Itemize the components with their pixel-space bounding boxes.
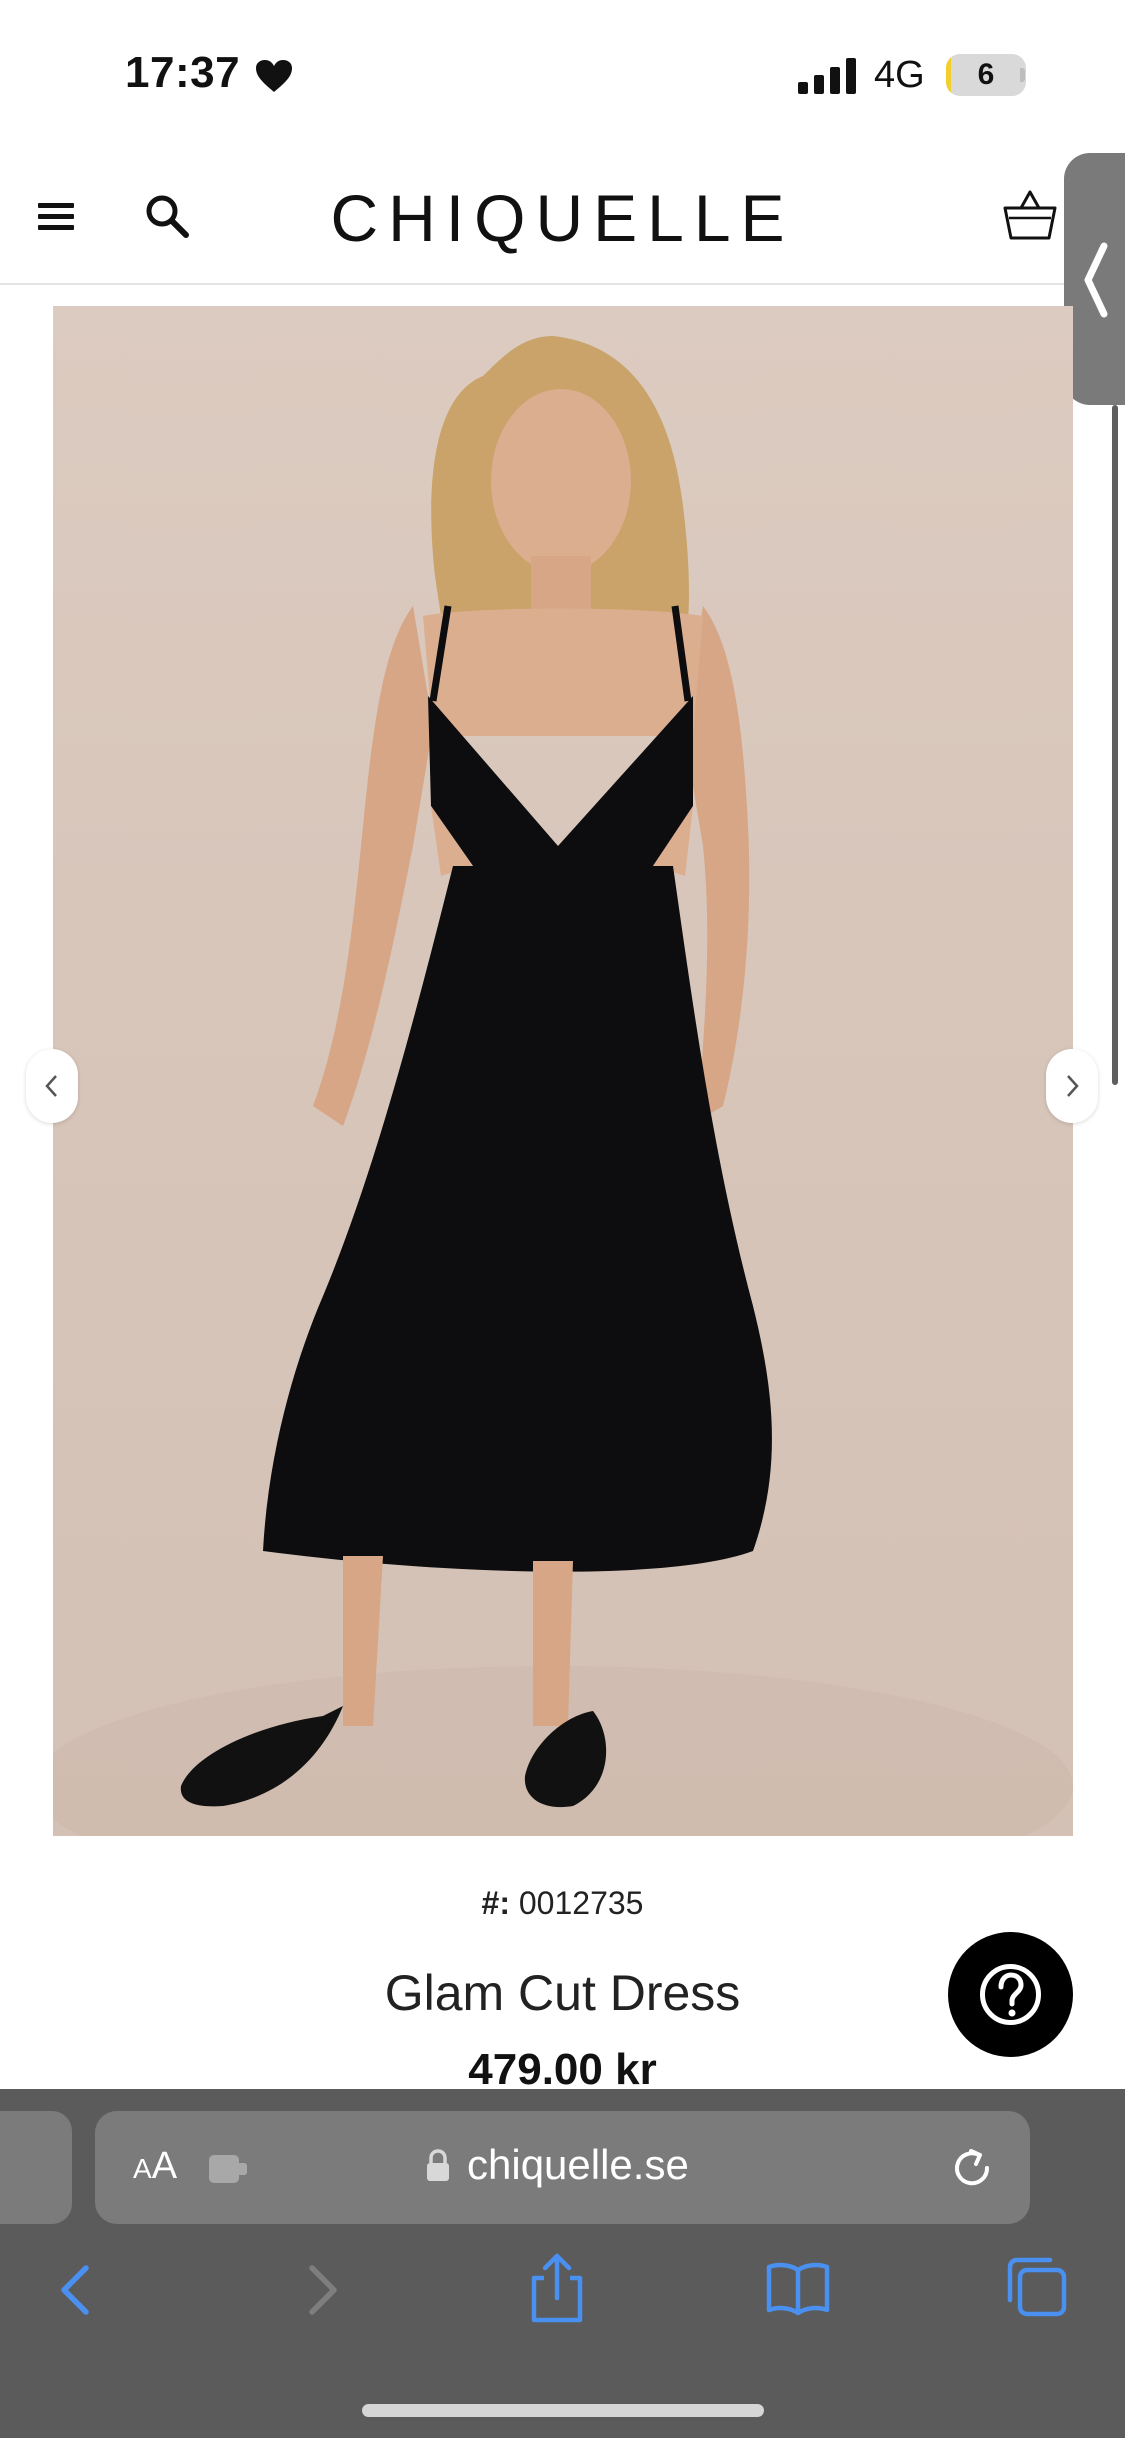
- battery-tip: [1020, 68, 1025, 82]
- chevron-left-icon: [45, 1075, 57, 1097]
- share-icon[interactable]: [526, 2252, 588, 2324]
- product-price: 479.00 kr: [468, 2045, 657, 2094]
- text-size-button[interactable]: AA: [133, 2145, 177, 2188]
- back-icon[interactable]: [54, 2262, 98, 2318]
- tabs-icon[interactable]: [1006, 2256, 1068, 2318]
- lock-icon: [427, 2149, 449, 2181]
- hamburger-menu-icon[interactable]: [36, 199, 76, 235]
- brand-logo[interactable]: CHIQUELLE: [260, 180, 865, 256]
- help-button[interactable]: [948, 1932, 1073, 2057]
- battery-level: 6: [977, 58, 995, 91]
- aa-small-label: A: [133, 2153, 152, 2184]
- reload-icon[interactable]: [949, 2145, 995, 2191]
- heart-icon: [256, 60, 292, 92]
- extension-icon[interactable]: [207, 2151, 251, 2187]
- chevron-left-icon: [1084, 242, 1108, 318]
- network-type: 4G: [874, 54, 925, 96]
- address-bar[interactable]: AA chiquelle.se: [95, 2111, 1030, 2224]
- cellular-signal-icon: [798, 58, 856, 94]
- product-sku: #: 0012735: [0, 1885, 1125, 1922]
- sku-value: 0012735: [518, 1885, 644, 1921]
- search-icon[interactable]: [144, 193, 190, 239]
- carousel-prev-button[interactable]: [26, 1049, 78, 1123]
- chevron-right-icon: [1067, 1075, 1079, 1097]
- url-text[interactable]: chiquelle.se: [467, 2141, 689, 2189]
- shopping-basket-icon[interactable]: [1001, 186, 1059, 244]
- forward-icon[interactable]: [300, 2262, 344, 2318]
- battery-indicator: 6: [946, 54, 1026, 96]
- model-illustration: [53, 336, 1073, 1836]
- question-mark-icon: [980, 1964, 1041, 2025]
- status-time: 17:37: [125, 48, 241, 97]
- sku-prefix: #:: [481, 1885, 510, 1921]
- scrollbar[interactable]: [1112, 405, 1118, 1085]
- previous-tab-preview[interactable]: [0, 2111, 72, 2224]
- product-photo[interactable]: [53, 306, 1073, 1836]
- carousel-next-button[interactable]: [1046, 1049, 1098, 1123]
- home-indicator[interactable]: [362, 2404, 764, 2417]
- aa-large-label: A: [151, 2145, 178, 2187]
- bookmarks-icon[interactable]: [765, 2260, 831, 2316]
